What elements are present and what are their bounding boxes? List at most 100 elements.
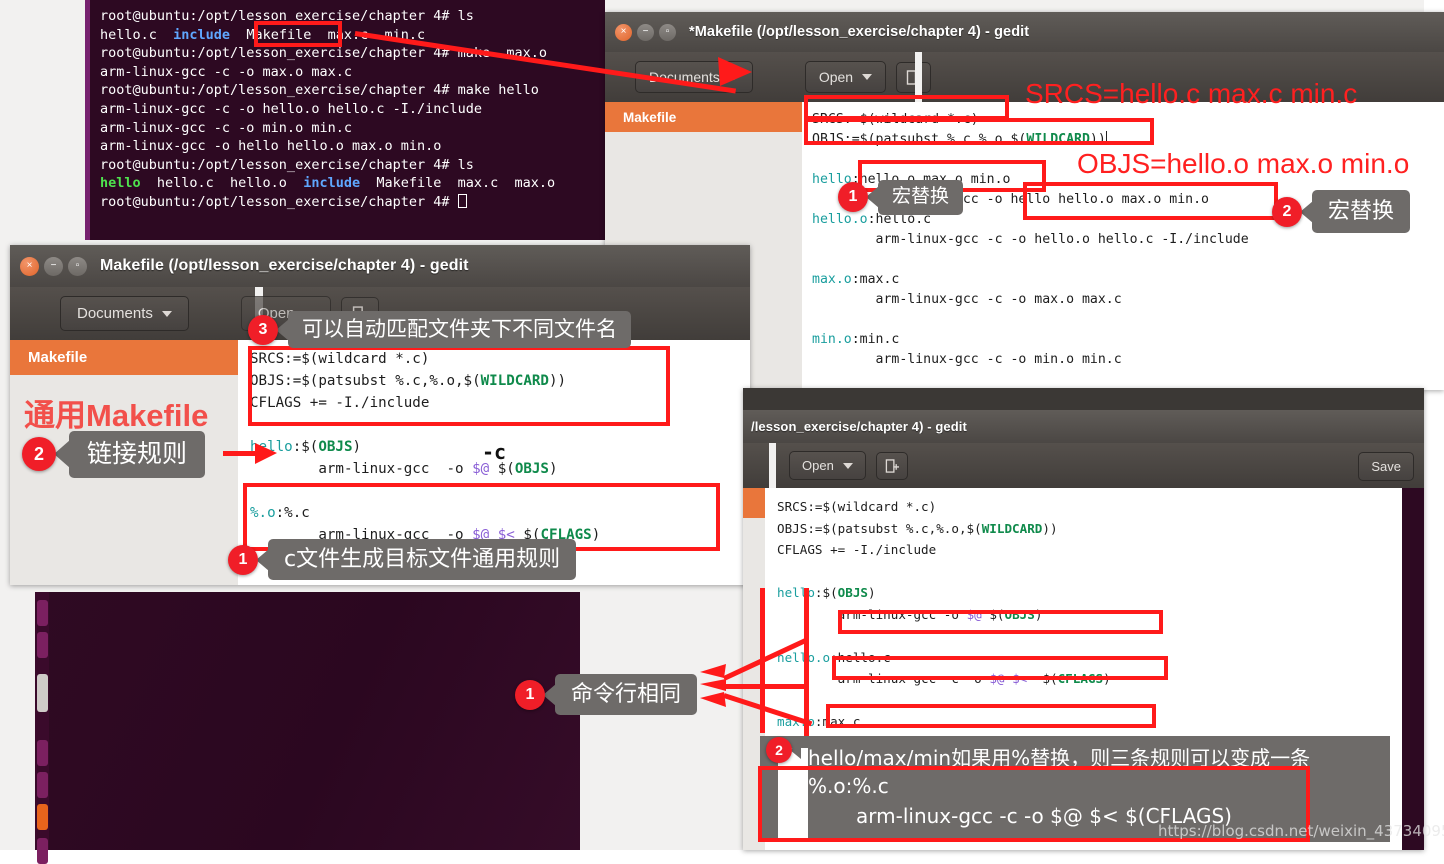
callout-number: 1 bbox=[838, 182, 868, 213]
gedit-bottom-toolbar[interactable]: Open Save bbox=[743, 443, 1424, 488]
new-tab-button[interactable] bbox=[875, 451, 908, 480]
tab-label: Makefile bbox=[28, 349, 88, 366]
annotation-srcs-text: SRCS=hello.c max.c min.c bbox=[1025, 78, 1358, 109]
callout-text: 可以自动匹配文件夹下不同文件名 bbox=[288, 311, 631, 349]
minimize-button[interactable]: − bbox=[44, 256, 63, 276]
callout-top-2: 2 宏替换 bbox=[1272, 190, 1411, 234]
gedit-top-editor[interactable]: SRCS:=$(wildcard *.c) OBJS:=$(patsubst %.… bbox=[802, 102, 1444, 390]
save-button[interactable]: Save bbox=[1358, 452, 1414, 481]
terminal-line: root@ubuntu:/opt/lesson_exercise/chapter… bbox=[100, 82, 539, 99]
gedit-mid-title: Makefile (/opt/lesson_exercise/chapter 4… bbox=[100, 257, 469, 274]
open-button[interactable]: Open bbox=[804, 61, 887, 93]
callout-number: 3 bbox=[248, 314, 278, 345]
terminal-line: arm-linux-gcc -o hello hello.o max.o min… bbox=[100, 138, 442, 155]
terminal-line: hello hello.c hello.o include Makefile m… bbox=[100, 175, 556, 192]
callout-text: 命令行相同 bbox=[555, 674, 698, 716]
handwritten-c-flag: -c bbox=[482, 440, 507, 464]
open-label: Open bbox=[802, 458, 834, 473]
gedit-bottom-window-edge bbox=[743, 388, 1424, 410]
chevron-down-icon bbox=[161, 310, 172, 317]
callout-number: 1 bbox=[228, 544, 258, 575]
minimize-button[interactable]: − bbox=[637, 23, 654, 41]
code-line: arm-linux-gcc -c -o min.o min.c bbox=[812, 352, 1122, 367]
callout-text: 宏替换 bbox=[878, 180, 964, 215]
ubuntu-desktop-wallpaper bbox=[35, 592, 580, 850]
launcher-icon-7[interactable] bbox=[37, 838, 48, 864]
launcher-icon-4[interactable] bbox=[37, 740, 48, 766]
annotation-box-makefile-ls bbox=[254, 21, 342, 47]
callout-mid-1: 1 c文件生成目标文件通用规则 bbox=[228, 539, 577, 581]
maximize-button[interactable]: ▫ bbox=[659, 23, 676, 41]
gedit-bottom-title: /lesson_exercise/chapter 4) - gedit bbox=[751, 419, 967, 434]
pointer-arrowheads-cmdline bbox=[700, 664, 726, 707]
callout-arrow-icon bbox=[54, 440, 70, 469]
documents-label: Documents bbox=[77, 305, 153, 322]
terminal-window[interactable]: root@ubuntu:/opt/lesson_exercise/chapter… bbox=[85, 0, 605, 240]
gedit-top-tab-makefile[interactable]: Makefile bbox=[605, 102, 802, 132]
heading-generic-makefile: 通用Makefile bbox=[24, 398, 209, 433]
new-tab-button[interactable] bbox=[896, 61, 932, 93]
open-label: Open bbox=[818, 69, 854, 85]
terminal-line: arm-linux-gcc -c -o max.o max.c bbox=[100, 63, 352, 80]
callout-mid-2: 2 链接规则 bbox=[22, 431, 206, 478]
code-line: OBJS:=$(patsubst %.c,%.o,$(WILDCARD)) bbox=[777, 520, 1058, 536]
terminal-line: hello.c include Makefile max.c min.c bbox=[100, 26, 426, 43]
callout-number: 2 bbox=[1272, 196, 1302, 227]
annotation-box-mid-variables bbox=[248, 346, 670, 426]
watermark-url: https://blog.csdn.net/weixin_43734095 bbox=[1158, 822, 1444, 840]
close-button[interactable]: × bbox=[615, 23, 632, 41]
code-line: arm-linux-gcc -c -o max.o max.c bbox=[812, 292, 1122, 307]
code-line: CFLAGS += -I./include bbox=[777, 542, 937, 557]
annotation-box-recipe-min bbox=[826, 704, 1156, 728]
pointer-line-2 bbox=[724, 684, 806, 689]
terminal-line: root@ubuntu:/opt/lesson_exercise/chapter… bbox=[100, 156, 474, 173]
callout-text: c文件生成目标文件通用规则 bbox=[268, 539, 577, 581]
callout-text: 链接规则 bbox=[69, 431, 206, 478]
launcher-icon-1[interactable] bbox=[37, 600, 48, 626]
callout-text: 宏替换 bbox=[1312, 190, 1411, 234]
callout-number: 1 bbox=[515, 679, 545, 710]
toolbar-divider bbox=[769, 443, 776, 488]
gedit-mid-titlebar[interactable]: × − ▫ Makefile (/opt/lesson_exercise/cha… bbox=[10, 245, 750, 287]
annotation-box-recipe-max bbox=[832, 656, 1168, 680]
launcher-icon-files[interactable] bbox=[37, 674, 48, 712]
terminal-line: arm-linux-gcc -c -o hello.o hello.c -I./… bbox=[100, 100, 483, 117]
save-label: Save bbox=[1371, 459, 1401, 474]
callout-bottom-2: 2 bbox=[766, 737, 801, 763]
gedit-bottom-right-edge bbox=[1402, 488, 1424, 850]
terminal-line: arm-linux-gcc -c -o min.o min.c bbox=[100, 119, 352, 136]
launcher-icon-5[interactable] bbox=[37, 772, 48, 798]
documents-button[interactable]: Documents bbox=[60, 296, 189, 331]
callout-mid-3: 3 可以自动匹配文件夹下不同文件名 bbox=[248, 311, 631, 349]
pointer-arrowhead-link-rule bbox=[255, 443, 277, 464]
pointer-arrowhead-gedit bbox=[718, 57, 752, 86]
open-button[interactable]: Open bbox=[789, 451, 866, 480]
callout-number: 2 bbox=[22, 437, 56, 472]
terminal-output: root@ubuntu:/opt/lesson_exercise/chapter… bbox=[100, 7, 603, 240]
callout-number: 2 bbox=[766, 737, 792, 763]
annotation-box-hello-recipe bbox=[1023, 182, 1278, 220]
annotation-box-objs bbox=[804, 118, 1154, 145]
code-line: max.o:max.c bbox=[812, 272, 900, 287]
launcher-icon-2[interactable] bbox=[37, 632, 48, 658]
gedit-bottom-titlebar[interactable]: /lesson_exercise/chapter 4) - gedit bbox=[743, 410, 1424, 443]
code-line: hello:$(OBJS) bbox=[777, 585, 876, 600]
tab-label: Makefile bbox=[623, 109, 677, 125]
gedit-bottom-tab-strip[interactable] bbox=[743, 488, 765, 518]
gedit-top-titlebar[interactable]: × − ▫ *Makefile (/opt/lesson_exercise/ch… bbox=[605, 12, 1444, 52]
close-button[interactable]: × bbox=[20, 256, 39, 276]
code-line: SRCS:=$(wildcard *.c) bbox=[777, 499, 937, 514]
callout-top-1: 1 宏替换 bbox=[838, 180, 964, 215]
chevron-down-icon bbox=[862, 74, 873, 80]
launcher-icon-terminal[interactable] bbox=[37, 804, 48, 830]
terminal-line: root@ubuntu:/opt/lesson_exercise/chapter… bbox=[100, 193, 603, 212]
terminal-line: root@ubuntu:/opt/lesson_exercise/chapter… bbox=[100, 8, 474, 24]
unity-launcher[interactable] bbox=[35, 592, 49, 864]
gedit-mid-tab-makefile[interactable]: Makefile bbox=[10, 340, 238, 375]
annotation-box-srcs bbox=[804, 95, 1009, 120]
maximize-button[interactable]: ▫ bbox=[68, 256, 87, 276]
chevron-down-icon bbox=[842, 462, 853, 469]
